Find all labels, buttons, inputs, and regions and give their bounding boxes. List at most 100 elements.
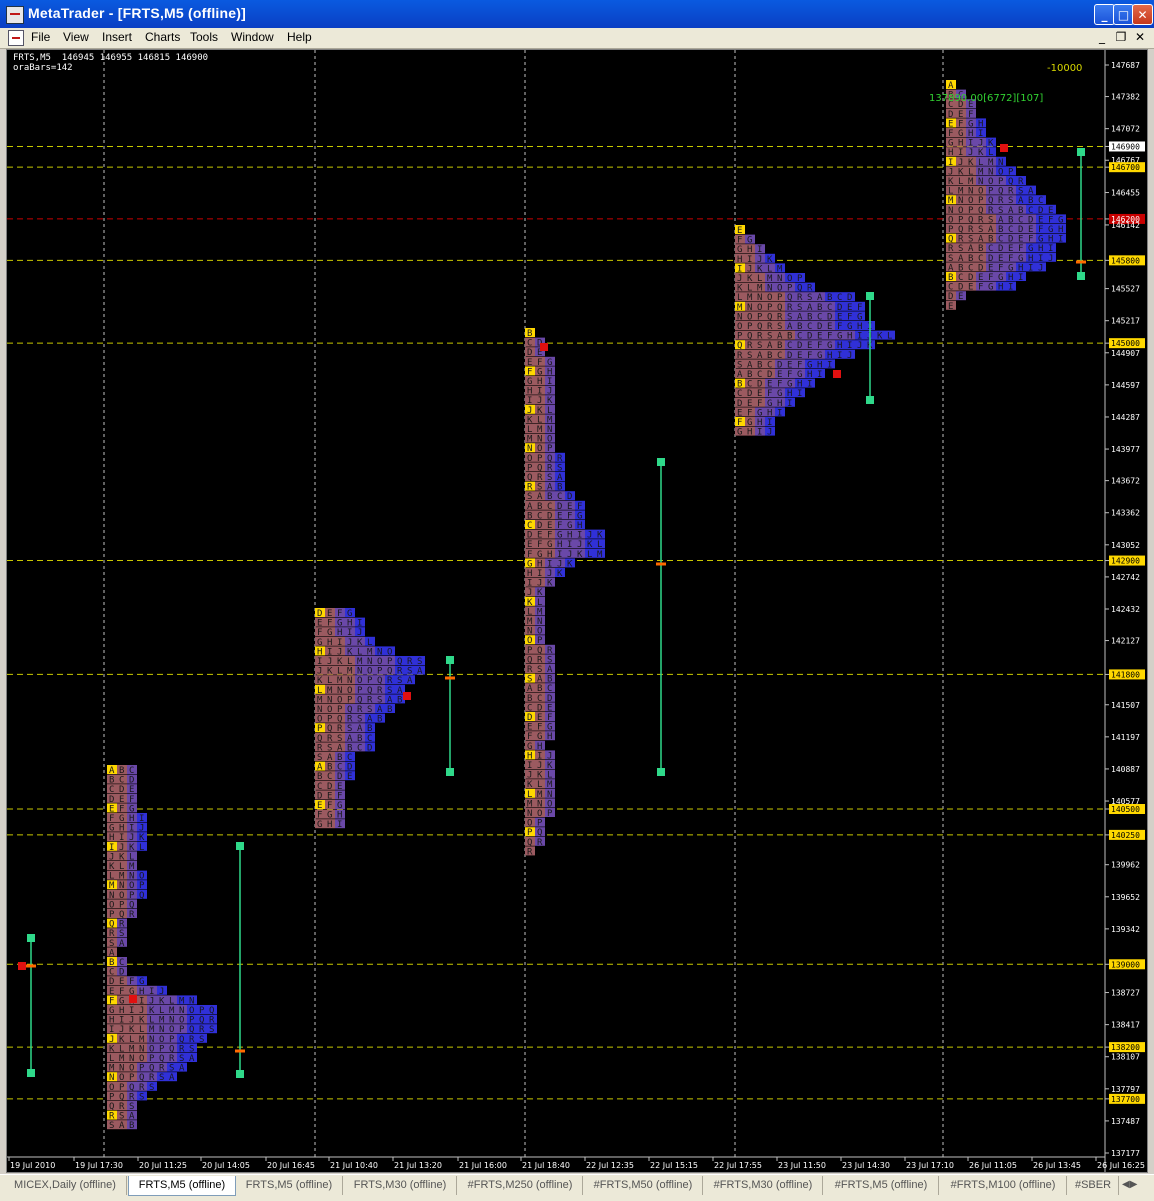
tpo-letter: B — [797, 322, 802, 332]
tpo-letter: O — [998, 167, 1003, 177]
tpo-letter: H — [777, 399, 782, 409]
tpo-letter: D — [948, 292, 953, 302]
tpo-letter: B — [827, 293, 832, 303]
chart-area[interactable]: 147687 147382 147072 146900 146767 146700 1464… — [6, 49, 1148, 1173]
minimize-button[interactable]: _ — [1094, 4, 1115, 25]
tpo-letter: M — [527, 799, 533, 809]
tab-frts-m30[interactable]: FRTS,M30 (offline) — [344, 1176, 457, 1195]
maximize-button[interactable]: □ — [1113, 4, 1134, 25]
tpo-letter: A — [557, 473, 563, 483]
tpo-letter: F — [537, 540, 542, 550]
tpo-letter: D — [968, 273, 973, 283]
tabs-scroll-arrows-icon[interactable]: ◀▶ — [1122, 1179, 1137, 1190]
tpo-letter: L — [357, 647, 362, 657]
tpo-letter: I — [139, 814, 144, 824]
tpo-letter: C — [357, 743, 362, 753]
tpo-letter: N — [537, 617, 542, 627]
tpo-letter: H — [948, 148, 953, 158]
tpo-letter: C — [317, 782, 322, 792]
tpo-letter: P — [139, 1064, 145, 1074]
tpo-letter: P — [537, 454, 543, 464]
tab-frts-m5[interactable]: FRTS,M5 (offline) — [236, 1176, 343, 1195]
tpo-letter: H — [958, 139, 963, 149]
tpo-letter: F — [129, 795, 134, 805]
menu-tools[interactable]: Tools — [190, 30, 218, 44]
tab-frts-m30-hash[interactable]: #FRTS,M30 (offline) — [704, 1176, 823, 1195]
tpo-letter: J — [1048, 254, 1053, 264]
mdi-minimize-button[interactable]: _ — [1094, 30, 1110, 45]
chart-window-icon[interactable] — [8, 30, 24, 46]
tpo-letter: I — [797, 389, 802, 399]
tpo-letter: P — [948, 225, 954, 235]
tpo-letter: M — [547, 780, 553, 790]
tpo-letter: E — [547, 521, 552, 531]
mdi-restore-button[interactable]: ❐ — [1113, 30, 1129, 45]
tpo-letter: H — [327, 638, 332, 648]
time-label: 26 Jul 13:45 — [1033, 1161, 1081, 1170]
tpo-letter: B — [767, 351, 772, 361]
tpo-letter: B — [978, 244, 983, 254]
close-button[interactable]: ✕ — [1132, 4, 1153, 25]
tpo-letter: O — [978, 187, 983, 197]
tab-frts-m50[interactable]: #FRTS,M50 (offline) — [584, 1176, 703, 1195]
tpo-letter: F — [777, 380, 782, 390]
tpo-letter: F — [327, 619, 332, 629]
tab-frts-m5-active[interactable]: FRTS,M5 (offline) — [128, 1176, 236, 1196]
tpo-letter: C — [367, 734, 372, 744]
tpo-letter: Q — [199, 1016, 204, 1026]
tab-frts-m100[interactable]: #FRTS,M100 (offline) — [940, 1176, 1067, 1195]
price-label: 141507 — [1111, 701, 1140, 710]
tpo-letter: J — [1038, 263, 1043, 273]
time-label: 22 Jul 15:15 — [650, 1161, 698, 1170]
menu-charts[interactable]: Charts — [145, 30, 180, 44]
time-label: 19 Jul 17:30 — [75, 1161, 123, 1170]
tpo-letter: L — [149, 1016, 154, 1026]
tpo-letter: M — [149, 1025, 155, 1035]
tpo-letter: E — [807, 341, 812, 351]
tpo-letter: S — [209, 1025, 214, 1035]
tpo-letter: Q — [327, 724, 332, 734]
tpo-letter: P — [968, 206, 974, 216]
tpo-letter: J — [767, 428, 772, 438]
tpo-letter: H — [317, 647, 322, 657]
tpo-letter: P — [109, 910, 115, 920]
menu-window[interactable]: Window — [231, 30, 274, 44]
tpo-letter: J — [978, 139, 983, 149]
tpo-letter: M — [317, 695, 323, 705]
tpo-letter: G — [968, 119, 973, 129]
tpo-letter: P — [958, 215, 964, 225]
market-profile-chart[interactable]: 1476871473821470721469001467671467001464… — [7, 50, 1148, 1173]
tpo-letter: I — [757, 428, 762, 438]
menu-help[interactable]: Help — [287, 30, 312, 44]
tab-frts-m250[interactable]: #FRTS,M250 (offline) — [458, 1176, 583, 1195]
mdi-close-button[interactable]: ✕ — [1132, 30, 1148, 45]
tpo-letter: G — [547, 540, 552, 550]
tpo-letter: F — [998, 263, 1003, 273]
tpo-letter: S — [377, 695, 382, 705]
tpo-letter: K — [337, 657, 343, 667]
menu-file[interactable]: File — [31, 30, 50, 44]
title-bar[interactable]: MetaTrader - [FRTS,M5 (offline)] _ □ ✕ — [0, 0, 1154, 28]
tpo-letter: B — [777, 341, 782, 351]
tpo-letter: R — [189, 1035, 195, 1045]
tpo-letter: C — [537, 694, 542, 704]
tpo-letter: Q — [747, 332, 752, 342]
tpo-letter: G — [827, 341, 832, 351]
tpo-letter: S — [527, 492, 532, 502]
tpo-letter: Q — [179, 1035, 184, 1045]
menu-view[interactable]: View — [63, 30, 89, 44]
tpo-letter: L — [537, 415, 542, 425]
app-icon[interactable] — [6, 6, 24, 24]
tpo-letter: A — [537, 492, 543, 502]
tpo-letter: F — [527, 550, 532, 560]
menu-insert[interactable]: Insert — [102, 30, 132, 44]
tpo-letter: Q — [537, 463, 542, 473]
tpo-letter: C — [988, 244, 993, 254]
price-label: 143977 — [1111, 445, 1140, 454]
tpo-letter: Q — [377, 676, 382, 686]
tab-micex-daily[interactable]: MICEX,Daily (offline) — [4, 1176, 127, 1195]
tab-frts-m5-hash[interactable]: #FRTS,M5 (offline) — [824, 1176, 939, 1195]
tpo-letter: O — [737, 322, 742, 332]
tpo-letter: R — [998, 196, 1004, 206]
tab-sber[interactable]: #SBER — [1068, 1176, 1119, 1195]
